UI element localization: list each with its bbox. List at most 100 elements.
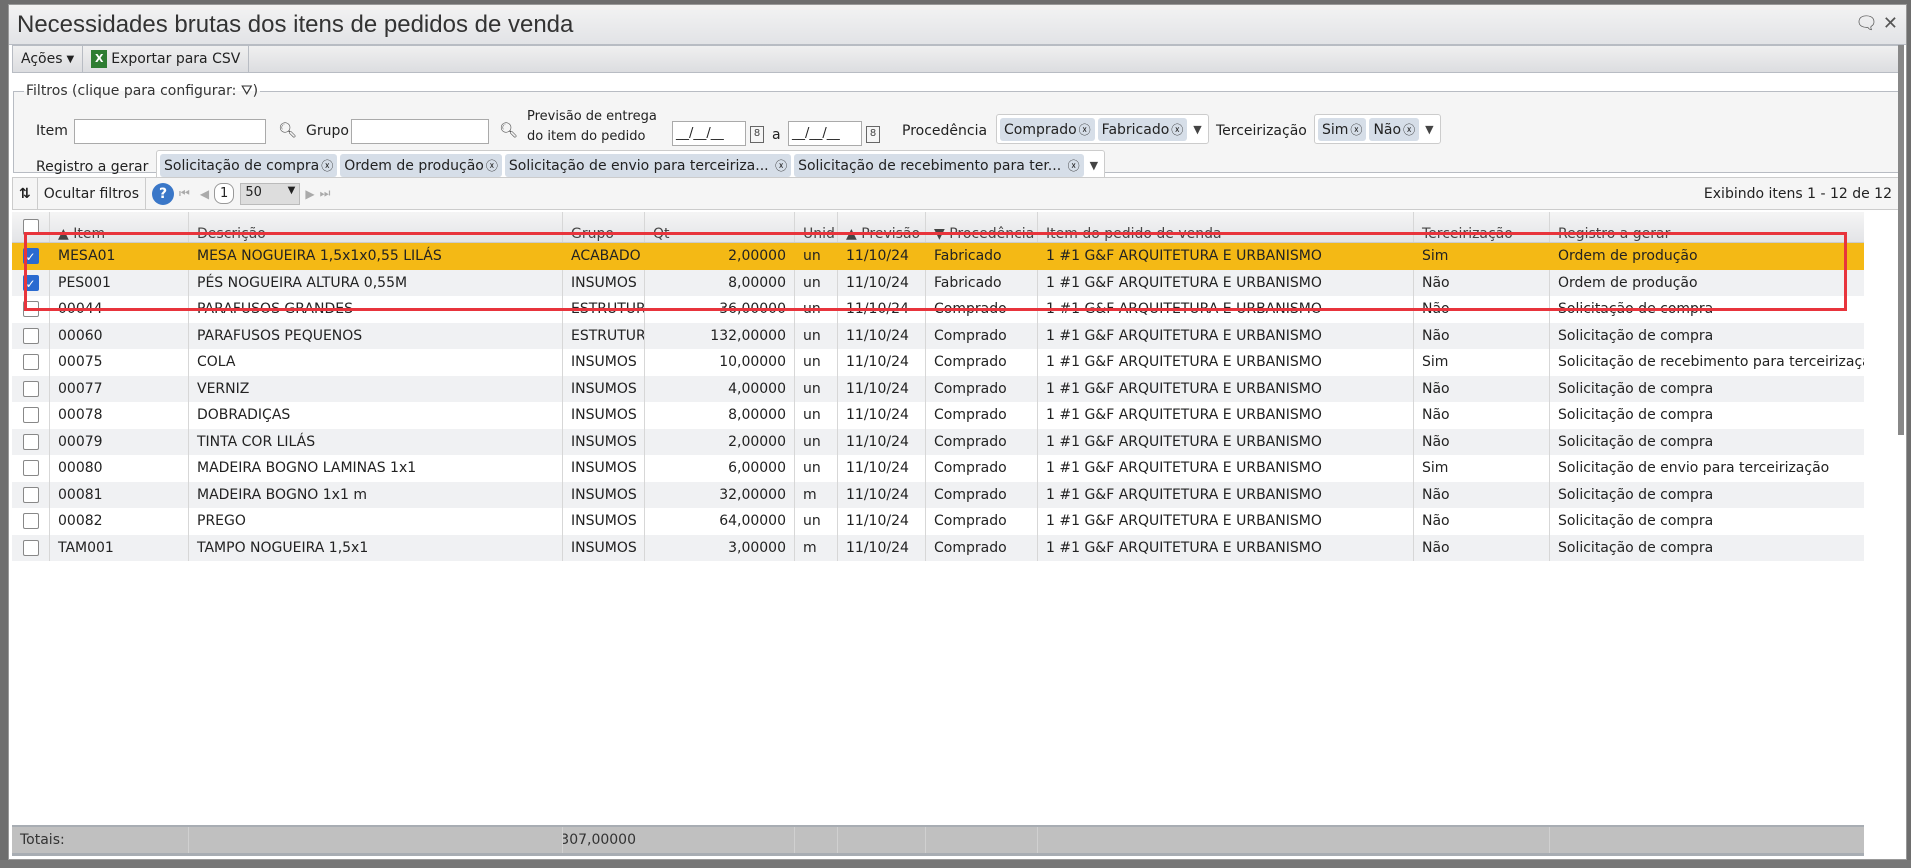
table-row[interactable]: TAM001 TAMPO NOGUEIRA 1,5x1 INSUMOS 3,00000…: [12, 534, 1864, 562]
checkbox-cell[interactable]: [12, 296, 49, 323]
calendar-icon[interactable]: 8: [750, 126, 764, 143]
table-row[interactable]: 00075 COLA INSUMOS 10,00000 un 11/10/24 Compra…: [12, 349, 1864, 376]
chat-bubble-icon[interactable]: 🗨: [1855, 13, 1878, 34]
dropdown-icon[interactable]: ▼: [1425, 123, 1433, 136]
table-row[interactable]: 00079 TINTA COR LILÁS INSUMOS 2,00000 un 11/1…: [12, 428, 1864, 456]
table-cell: 1 #1 G&F ARQUITETURA E URBANISMO: [1037, 243, 1413, 270]
column-header[interactable]: ▲ Previsão: [837, 212, 925, 242]
search-icon[interactable]: 🔍︎: [499, 121, 518, 139]
row-checkbox[interactable]: ✓: [22, 248, 39, 265]
remove-tag-icon[interactable]: ⓧ: [486, 159, 498, 173]
checkbox-cell[interactable]: [12, 323, 49, 350]
column-header[interactable]: Grupo: [562, 212, 644, 242]
close-icon[interactable]: ✕: [1883, 13, 1898, 34]
table-cell: PREGO: [188, 508, 562, 535]
tag-label: Solicitação de compra: [164, 157, 320, 174]
remove-tag-icon[interactable]: ⓧ: [1079, 123, 1091, 137]
next-page-icon[interactable]: ▶: [305, 187, 314, 201]
row-checkbox[interactable]: ✓: [22, 274, 39, 291]
column-header[interactable]: ▼ Procedência: [925, 212, 1037, 242]
dropdown-icon[interactable]: ▼: [1193, 123, 1201, 136]
group-filter-input[interactable]: [351, 119, 489, 144]
filters-legend[interactable]: Filtros (clique para configurar: ⛛): [24, 83, 260, 99]
terceirizacao-multiselect[interactable]: Sim ⓧ Não ⓧ ▼: [1314, 114, 1441, 144]
table-row[interactable]: 00082 PREGO INSUMOS 64,00000 un 11/10/24 Compr…: [12, 508, 1864, 535]
date-separator: a: [772, 127, 781, 143]
table-row[interactable]: 00081 MADEIRA BOGNO 1x1 m INSUMOS 32,00000 m…: [12, 481, 1864, 509]
page-number-input[interactable]: 1: [214, 183, 235, 204]
checkbox-cell[interactable]: ✓: [12, 243, 49, 270]
column-header[interactable]: Unid: [794, 212, 837, 242]
row-checkbox[interactable]: [22, 407, 39, 424]
remove-tag-icon[interactable]: ⓧ: [321, 159, 333, 173]
row-checkbox[interactable]: [22, 327, 39, 344]
table-cell: Solicitação de compra: [1549, 296, 1864, 323]
export-csv-button[interactable]: X Exportar para CSV: [83, 46, 250, 72]
checkbox-cell[interactable]: [12, 508, 49, 535]
search-icon[interactable]: 🔍︎: [278, 121, 297, 139]
remove-tag-icon[interactable]: ⓧ: [1403, 123, 1415, 137]
row-checkbox[interactable]: [22, 433, 39, 450]
checkbox-cell[interactable]: [12, 535, 49, 562]
select-all-checkbox[interactable]: [22, 219, 39, 235]
hide-filters-button[interactable]: Ocultar filtros: [38, 178, 146, 209]
table-row[interactable]: 00080 MADEIRA BOGNO LAMINAS 1x1 INSUMOS 6,0…: [12, 455, 1864, 482]
row-checkbox[interactable]: [22, 460, 39, 477]
date-from-input[interactable]: __/__/__: [672, 121, 746, 146]
refresh-button[interactable]: ⇅: [13, 178, 38, 209]
remove-tag-icon[interactable]: ⓧ: [775, 159, 787, 173]
table-cell: 3,00000: [644, 534, 794, 561]
table-cell: 00078: [49, 402, 188, 429]
select-all-cell[interactable]: [12, 212, 49, 242]
table-cell: 1 #1 G&F ARQUITETURA E URBANISMO: [1037, 296, 1413, 323]
table-row[interactable]: ✓ PES001 PÉS NOGUEIRA ALTURA 0,55M INSUMOS 8…: [12, 269, 1864, 297]
column-header[interactable]: Registro a gerar: [1549, 212, 1864, 242]
column-header[interactable]: ▲ Item: [49, 212, 188, 242]
remove-tag-icon[interactable]: ⓧ: [1350, 123, 1362, 137]
last-page-icon[interactable]: ⏭: [320, 186, 331, 201]
row-checkbox[interactable]: [22, 513, 39, 530]
item-filter-input[interactable]: [74, 119, 266, 144]
row-checkbox[interactable]: [22, 486, 39, 503]
column-header[interactable]: Descrição: [188, 212, 562, 242]
scrollbar[interactable]: [1898, 45, 1904, 435]
remove-tag-icon[interactable]: ⓧ: [1171, 123, 1183, 137]
column-header[interactable]: Item do pedido de venda: [1037, 212, 1413, 242]
date-to-input[interactable]: __/__/__: [788, 121, 862, 146]
prev-page-icon[interactable]: ◀: [200, 187, 209, 201]
remove-tag-icon[interactable]: ⓧ: [1068, 159, 1080, 173]
column-header[interactable]: Terceirização: [1413, 212, 1549, 242]
table-row[interactable]: ✓ MESA01 MESA NOGUEIRA 1,5x1x0,55 LILÁS ACA…: [12, 243, 1864, 270]
totals-row: Totais: 307,00000: [12, 825, 1864, 856]
actions-menu-button[interactable]: Ações ▼: [13, 46, 84, 72]
checkbox-cell[interactable]: [12, 429, 49, 456]
table-row[interactable]: 00060PARAFUSOS PEQUENOSESTRUTURA132,0000…: [12, 322, 1864, 350]
checkbox-cell[interactable]: [12, 455, 49, 482]
table-cell: Comprado: [925, 402, 1037, 429]
filter-icon[interactable]: ⛛: [241, 83, 253, 99]
first-page-icon[interactable]: ⏮: [179, 186, 190, 201]
row-checkbox[interactable]: [22, 539, 39, 556]
table-cell: Comprado: [925, 296, 1037, 323]
registro-multiselect[interactable]: Solicitação de compra ⓧ Ordem de produção…: [156, 150, 1106, 180]
checkbox-cell[interactable]: [12, 482, 49, 509]
procedencia-multiselect[interactable]: Comprado ⓧ Fabricado ⓧ ▼: [996, 114, 1209, 144]
checkbox-cell[interactable]: [12, 376, 49, 403]
table-row[interactable]: 00077 VERNIZ INSUMOS 4,00000 un 11/10/24 Compr…: [12, 375, 1864, 403]
row-checkbox[interactable]: [22, 380, 39, 397]
dropdown-icon[interactable]: ▼: [1090, 159, 1098, 172]
table-cell: Comprado: [925, 508, 1037, 535]
row-checkbox[interactable]: [22, 354, 39, 371]
table-row[interactable]: 00044PARAFUSOS GRANDESESTRUTURA36,00000u…: [12, 296, 1864, 323]
checkbox-cell[interactable]: [12, 349, 49, 376]
tag-comprado: Comprado ⓧ: [1000, 117, 1095, 141]
page-size-select[interactable]: 50 ▼: [240, 182, 301, 205]
calendar-icon[interactable]: 8: [866, 126, 880, 143]
column-header[interactable]: Qt: [644, 212, 794, 242]
table-cell: Não: [1413, 269, 1549, 296]
checkbox-cell[interactable]: ✓: [12, 270, 49, 297]
table-row[interactable]: 00078 DOBRADIÇAS INSUMOS 8,00000 un 11/10/24 C…: [12, 402, 1864, 429]
checkbox-cell[interactable]: [12, 402, 49, 429]
row-checkbox[interactable]: [22, 301, 39, 318]
help-icon[interactable]: ?: [152, 182, 174, 205]
